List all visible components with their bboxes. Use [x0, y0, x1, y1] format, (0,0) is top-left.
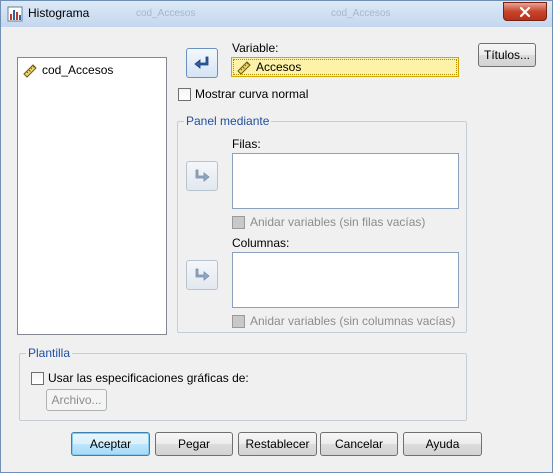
help-button[interactable]: Ayuda [403, 432, 482, 456]
list-item-label: cod_Accesos [42, 63, 114, 77]
rows-label: Filas: [232, 137, 261, 151]
paste-button-label: Pegar [177, 437, 211, 451]
cancel-button-label: Cancelar [334, 437, 384, 451]
nest-columns-label: Anidar variables (sin columnas vacías) [250, 314, 456, 328]
help-button-label: Ayuda [425, 437, 460, 451]
source-variable-list[interactable]: cod_Accesos [17, 57, 167, 335]
accept-button-label: Aceptar [89, 437, 132, 451]
normal-curve-label: Mostrar curva normal [195, 87, 309, 101]
arrow-right-icon [194, 168, 210, 185]
background-window-title: cod_Accesos [136, 8, 196, 19]
move-to-variable-button[interactable] [186, 48, 218, 78]
ruler-icon [22, 62, 38, 78]
close-icon [518, 6, 532, 18]
histogram-dialog: Histograma cod_Accesos cod_Accesos cod_A… [0, 0, 553, 473]
close-button[interactable] [503, 2, 547, 21]
nest-rows-checkbox[interactable] [232, 216, 245, 229]
variable-field[interactable]: Accesos [231, 57, 459, 77]
move-to-rows-button[interactable] [186, 161, 218, 191]
nest-rows-label: Anidar variables (sin filas vacías) [250, 215, 426, 229]
nest-columns-checkbox[interactable] [232, 315, 245, 328]
arrow-left-icon [194, 55, 210, 72]
app-icon [7, 6, 23, 22]
variable-label: Variable: [232, 41, 279, 55]
ruler-icon [236, 59, 252, 75]
use-template-checkbox[interactable] [31, 372, 44, 385]
rows-field[interactable] [232, 153, 459, 209]
columns-field[interactable] [232, 252, 459, 308]
background-window-title: cod_Accesos [331, 8, 391, 19]
paste-button[interactable]: Pegar [155, 432, 233, 456]
title-bar[interactable]: Histograma cod_Accesos cod_Accesos [1, 1, 552, 27]
columns-label: Columnas: [232, 236, 290, 250]
titles-button-label: Títulos... [483, 48, 530, 62]
template-group-legend: Plantilla [26, 346, 73, 360]
variable-value: Accesos [256, 60, 302, 74]
reset-button-label: Restablecer [245, 437, 310, 451]
file-button[interactable]: Archivo... [46, 389, 107, 411]
reset-button[interactable]: Restablecer [238, 432, 317, 456]
window-title: Histograma [28, 6, 90, 20]
titles-button[interactable]: Títulos... [478, 43, 536, 67]
accept-button[interactable]: Aceptar [71, 432, 150, 456]
use-template-label: Usar las especificaciones gráficas de: [48, 371, 249, 385]
move-to-columns-button[interactable] [186, 260, 218, 290]
list-item[interactable]: cod_Accesos [22, 62, 113, 78]
file-button-label: Archivo... [51, 393, 102, 407]
arrow-right-icon [194, 267, 210, 284]
cancel-button[interactable]: Cancelar [320, 432, 398, 456]
panel-group-legend: Panel mediante [184, 114, 272, 128]
normal-curve-checkbox[interactable] [178, 88, 191, 101]
